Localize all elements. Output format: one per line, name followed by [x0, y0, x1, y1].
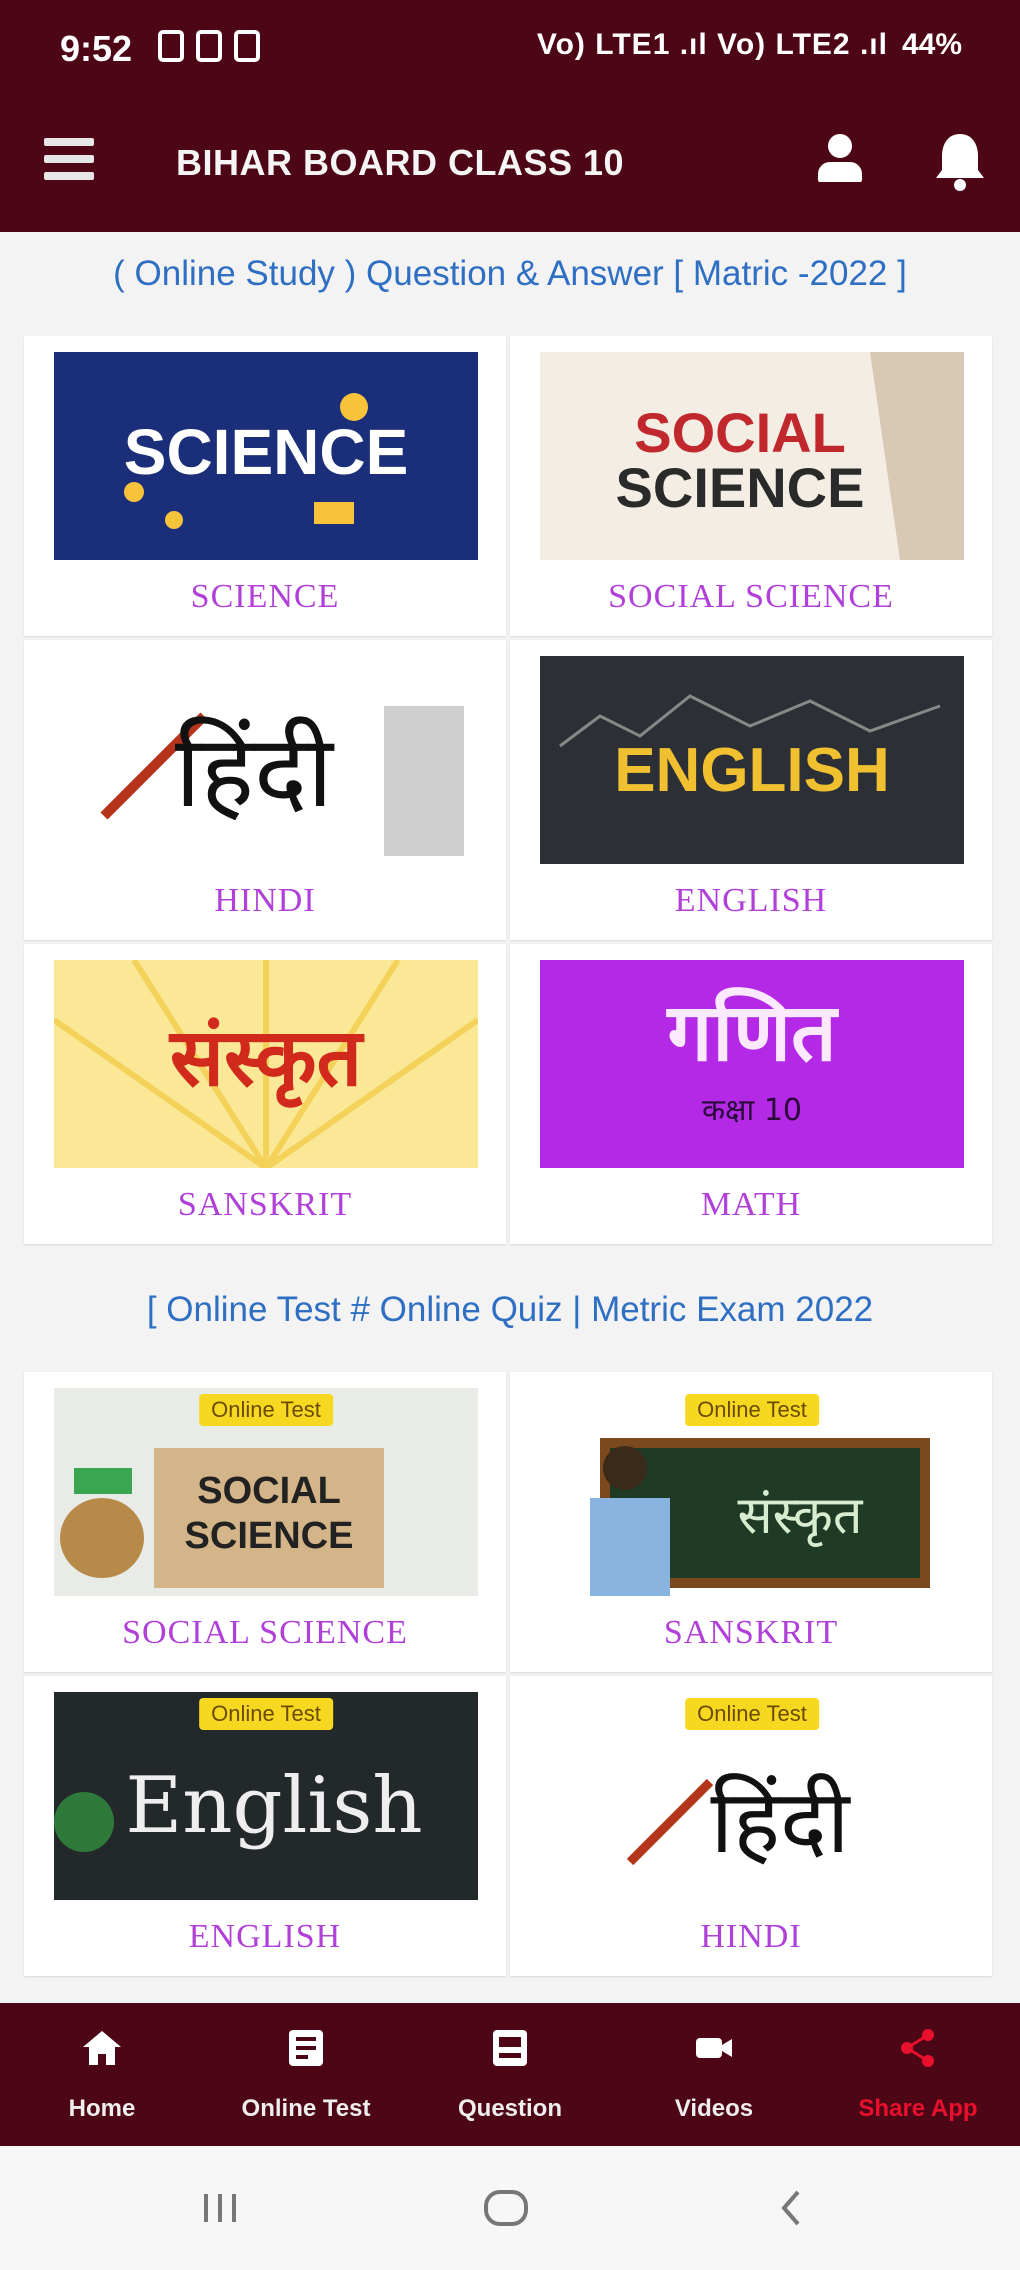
card-english[interactable]: ENGLISH ENGLISH	[510, 640, 992, 940]
card-sanskrit[interactable]: संस्कृत SANSKRIT	[24, 944, 506, 1244]
card-test-english[interactable]: Online Test English ENGLISH	[24, 1676, 506, 1976]
app-bar: BIHAR BOARD CLASS 10	[0, 98, 1020, 232]
card-label: HINDI	[214, 882, 316, 919]
card-label: SOCIAL SCIENCE	[122, 1614, 408, 1651]
notification-icon	[158, 30, 184, 62]
card-label: HINDI	[700, 1918, 802, 1955]
hindi-banner-text: हिंदी	[175, 713, 335, 830]
card-hindi[interactable]: हिंदी HINDI	[24, 640, 506, 940]
card-label: SANSKRIT	[177, 1186, 353, 1223]
recent-apps-icon[interactable]	[190, 2178, 250, 2238]
card-math[interactable]: गणित कक्षा 10 MATH	[510, 944, 992, 1244]
math-banner-text: गणित	[665, 986, 839, 1079]
sanskrit-banner: संस्कृत	[54, 960, 478, 1168]
hindi-banner: हिंदी	[54, 656, 478, 864]
online-test-badge: Online Test	[685, 1698, 819, 1730]
nav-question[interactable]: Question	[408, 2003, 612, 2146]
card-test-hindi[interactable]: Online Test हिंदी HINDI	[510, 1676, 992, 1976]
status-time: 9:52	[60, 28, 133, 69]
card-label: MATH	[700, 1186, 802, 1223]
card-label: ENGLISH	[188, 1918, 342, 1955]
status-bar: 9:52 Vo) LTE1 .ıl Vo) LTE2 .ıl 44%	[0, 0, 1020, 98]
social-science-line2: SCIENCE	[616, 456, 865, 519]
test-sanskrit-text: संस्कृत	[738, 1486, 864, 1547]
math-banner: गणित कक्षा 10	[540, 960, 964, 1168]
card-label: ENGLISH	[674, 882, 828, 919]
notification-icons	[158, 30, 260, 62]
nav-label: Question	[457, 2095, 562, 2122]
app-title: BIHAR BOARD CLASS 10	[176, 142, 625, 183]
bottom-navigation: Home Online Test Question Videos Share A…	[0, 2003, 1020, 2146]
section-title-test: [ Online Test # Online Quiz | Metric Exa…	[146, 1290, 874, 1329]
online-test-badge: Online Test	[685, 1394, 819, 1426]
card-test-sanskrit[interactable]: Online Test संस्कृत SANSKRIT	[510, 1372, 992, 1672]
test-social-line2: SCIENCE	[185, 1515, 354, 1557]
status-right: Vo) LTE1 .ıl Vo) LTE2 .ıl 44%	[537, 28, 962, 62]
test-grid: Online Test SOCIAL SCIENCE SOCIAL SCIENC…	[24, 1372, 992, 1976]
menu-icon[interactable]	[44, 138, 94, 184]
test-social-line1: SOCIAL	[197, 1470, 341, 1512]
test-hindi-text: हिंदी	[710, 1770, 851, 1873]
profile-icon[interactable]	[812, 130, 868, 192]
card-social-science[interactable]: SOCIAL SCIENCE SOCIAL SCIENCE	[510, 336, 992, 636]
card-test-social-science[interactable]: Online Test SOCIAL SCIENCE SOCIAL SCIENC…	[24, 1372, 506, 1672]
card-label: SOCIAL SCIENCE	[608, 578, 894, 615]
gallery-icon	[234, 30, 260, 62]
notification-bell-icon[interactable]	[930, 128, 990, 194]
video-icon	[696, 2038, 732, 2058]
nav-label: Online Test	[241, 2095, 371, 2122]
nav-label: Share App	[858, 2095, 978, 2122]
study-grid: SCIENCE SCIENCE SOCIAL SCIENCE SOCIAL SC…	[24, 336, 992, 1244]
social-science-line1: SOCIAL	[634, 401, 846, 464]
test-icon	[289, 2030, 323, 2066]
nav-online-test[interactable]: Online Test	[204, 2003, 408, 2146]
test-hindi-banner: Online Test हिंदी	[540, 1692, 964, 1900]
question-icon	[493, 2030, 527, 2066]
social-science-banner: SOCIAL SCIENCE	[540, 352, 964, 560]
system-navigation	[0, 2146, 1020, 2270]
settings-icon	[196, 30, 222, 62]
home-icon	[83, 2031, 121, 2065]
nav-home[interactable]: Home	[0, 2003, 204, 2146]
nav-label: Videos	[674, 2095, 754, 2122]
sanskrit-banner-text: संस्कृत	[168, 1011, 365, 1108]
math-banner-sub: कक्षा 10	[702, 1093, 802, 1128]
nav-videos[interactable]: Videos	[612, 2003, 816, 2146]
nav-share-app[interactable]: Share App	[816, 2003, 1020, 2146]
card-science[interactable]: SCIENCE SCIENCE	[24, 336, 506, 636]
nav-label: Home	[68, 2095, 136, 2122]
english-banner: ENGLISH	[540, 656, 964, 864]
share-icon	[901, 2029, 934, 2067]
card-label: SCIENCE	[190, 578, 340, 615]
science-banner-text: SCIENCE	[124, 416, 409, 488]
battery-level: 44%	[901, 28, 962, 61]
test-social-science-banner: Online Test SOCIAL SCIENCE	[54, 1388, 478, 1596]
back-icon[interactable]	[762, 2178, 822, 2238]
test-english-text: English	[125, 1761, 422, 1851]
test-english-banner: Online Test English	[54, 1692, 478, 1900]
online-test-badge: Online Test	[199, 1698, 333, 1730]
card-label: SANSKRIT	[663, 1614, 839, 1651]
online-test-badge: Online Test	[199, 1394, 333, 1426]
section-title-study: ( Online Study ) Question & Answer [ Mat…	[113, 254, 907, 293]
signal-indicator: Vo) LTE1 .ıl Vo) LTE2 .ıl	[536, 28, 888, 61]
science-banner: SCIENCE	[54, 352, 478, 560]
english-banner-text: ENGLISH	[614, 736, 890, 805]
home-button-icon[interactable]	[476, 2178, 536, 2238]
test-sanskrit-banner: Online Test संस्कृत	[540, 1388, 964, 1596]
